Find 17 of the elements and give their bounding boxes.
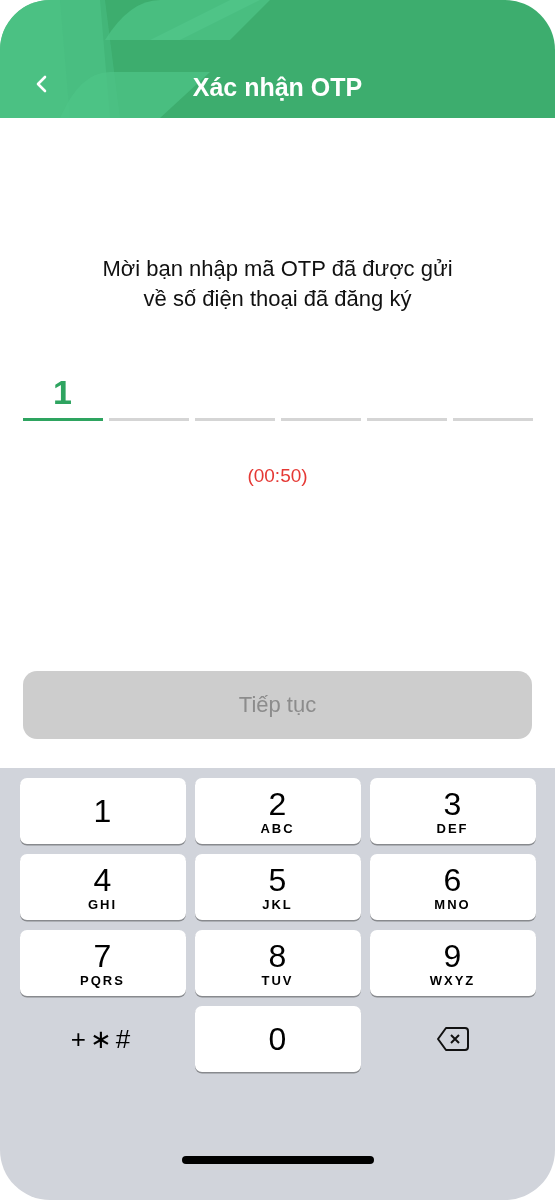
keypad-key[interactable]: 7 PQRS: [19, 930, 186, 996]
keypad-key[interactable]: 9 WXYZ: [369, 930, 536, 996]
keypad-key[interactable]: 0: [194, 1006, 361, 1072]
symbols-key[interactable]: +∗#: [19, 1006, 186, 1072]
keypad-key[interactable]: 5 JKL: [194, 854, 361, 920]
chevron-left-icon: [34, 74, 48, 94]
instruction-text: về số điện thoại đã đăng ký: [143, 285, 412, 313]
keypad-key[interactable]: 4 GHI: [19, 854, 186, 920]
keypad-key[interactable]: 1: [19, 778, 186, 844]
countdown-timer: (00:50): [247, 465, 308, 487]
instruction-text: Mời bạn nhập mã OTP đã được gửi: [102, 255, 453, 283]
keypad-key[interactable]: 6 MNO: [369, 854, 536, 920]
screen-title: Xác nhận OTP: [192, 73, 363, 102]
keypad-key[interactable]: 8 TUV: [194, 930, 361, 996]
backspace-icon: [435, 1026, 470, 1052]
keypad-key[interactable]: 3 DEF: [369, 778, 536, 844]
keypad-key[interactable]: 2 ABC: [194, 778, 361, 844]
